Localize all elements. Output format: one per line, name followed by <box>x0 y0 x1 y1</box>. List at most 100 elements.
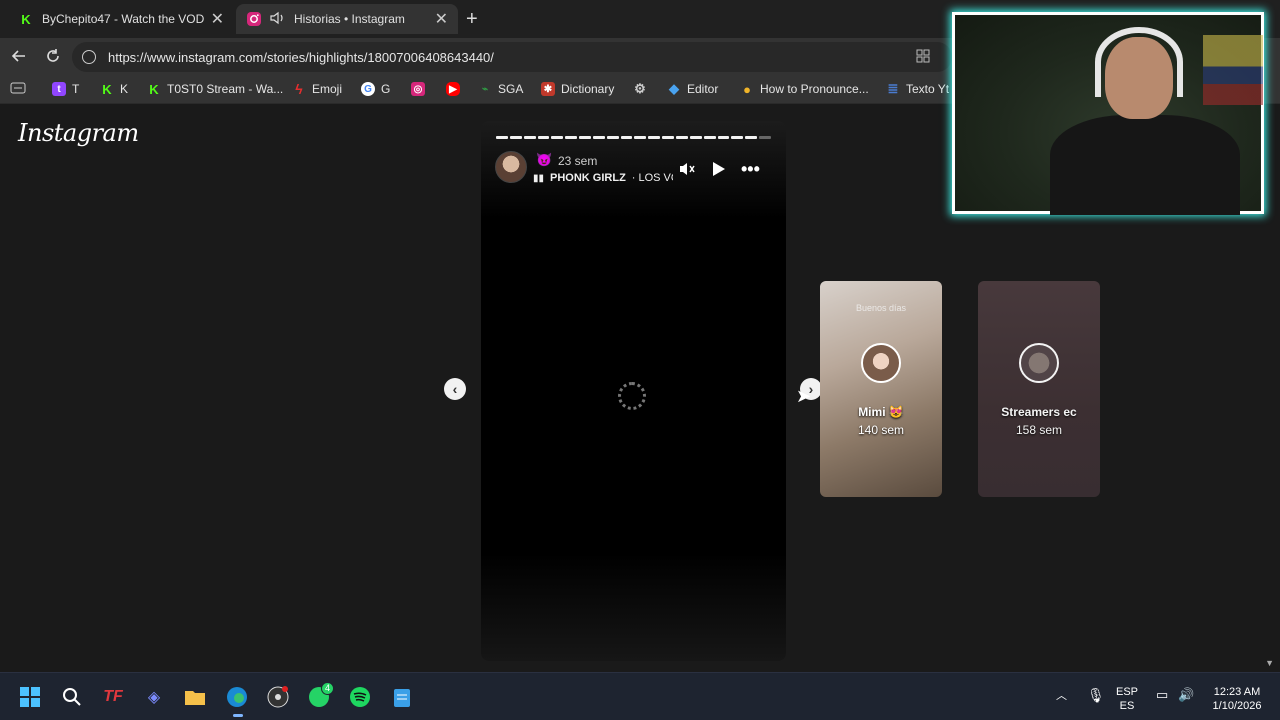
avatar <box>1019 343 1059 383</box>
progress-segment <box>634 136 647 139</box>
highlight-card[interactable]: Streamers ec 158 sem <box>978 281 1100 497</box>
clock[interactable]: 12:23 AM 1/10/2026 <box>1204 685 1270 713</box>
app-diamond-icon[interactable]: ◈ <box>142 685 166 709</box>
bolt-icon: ϟ <box>295 81 303 97</box>
story-audio[interactable]: ▮▮ PHONK GIRLZ · LOS VO <box>533 172 673 184</box>
audio-artist: PHONK GIRLZ <box>550 172 626 184</box>
microphone-icon[interactable]: 🎙 <box>1087 688 1105 702</box>
progress-segment <box>592 136 605 139</box>
flag-image <box>1203 35 1263 105</box>
bookmark-item[interactable]: ✱ Dictionary <box>541 82 614 96</box>
bookmark-item[interactable]: ◎ <box>411 82 431 96</box>
bookmark-item[interactable]: ϟ Emoji <box>292 81 342 97</box>
progress-segment <box>551 136 564 139</box>
bookmark-item[interactable]: ≣ Texto Yt <box>886 81 950 96</box>
progress-segment <box>662 136 674 139</box>
progress-segment <box>731 136 744 139</box>
tf-app-icon[interactable]: TF <box>101 685 125 709</box>
scroll-down-icon[interactable]: ▼ <box>1265 658 1274 668</box>
spotify-icon[interactable] <box>348 685 372 709</box>
bookmark-item[interactable]: KK <box>100 81 128 97</box>
language-indicator[interactable]: ESP ES <box>1116 685 1138 713</box>
progress-segment <box>496 136 508 139</box>
progress-segment <box>509 136 522 139</box>
url-field[interactable]: https://www.instagram.com/stories/highli… <box>72 42 952 72</box>
bookmark-item[interactable]: ⌁ SGA <box>478 82 523 96</box>
google-icon: G <box>361 82 375 96</box>
instagram-icon <box>246 11 262 27</box>
audio-bars-icon: ▮▮ <box>533 172 545 184</box>
highlight-name: Streamers ec <box>1001 405 1077 419</box>
bookmark-item[interactable]: ◆ Editor <box>667 81 718 96</box>
instagram-logo[interactable]: Instagram <box>18 119 139 147</box>
tab-title: Historias • Instagram <box>294 12 405 26</box>
twitch-icon: t <box>52 82 66 96</box>
progress-segment <box>675 136 688 139</box>
chevron-up-icon[interactable]: ︿ <box>1056 689 1067 703</box>
mute-icon[interactable] <box>679 161 695 182</box>
mouse-cursor-icon: ➤ <box>796 386 812 406</box>
notepad-icon[interactable] <box>390 685 414 709</box>
kick-icon: K <box>102 81 112 97</box>
progress-segment <box>523 136 536 139</box>
bookmarks-menu-icon[interactable] <box>10 82 26 94</box>
dictionary-icon: ✱ <box>541 82 555 96</box>
bookmark-item[interactable]: K T0ST0 Stream - Wa... <box>147 81 283 97</box>
webcam-overlay <box>952 12 1264 215</box>
play-icon[interactable] <box>710 161 726 182</box>
bookmark-item[interactable]: tT <box>52 82 79 96</box>
bookmark-item[interactable]: GG <box>361 82 390 96</box>
highlight-age: 140 sem <box>857 423 905 437</box>
tab-instagram-stories[interactable]: Historias • Instagram ✕ <box>236 4 458 34</box>
active-app-indicator <box>233 714 243 717</box>
story-progress-bar <box>496 136 771 139</box>
avatar[interactable] <box>495 151 527 183</box>
notification-badge: 4 <box>321 682 334 695</box>
url-text: https://www.instagram.com/stories/highli… <box>108 49 494 65</box>
highlight-age: 158 sem <box>1015 423 1063 437</box>
search-icon[interactable] <box>60 685 84 709</box>
youtube-icon: ▶ <box>446 82 460 96</box>
progress-segment <box>689 136 702 139</box>
back-icon[interactable] <box>10 47 28 70</box>
kick-icon: K <box>21 11 31 27</box>
close-tab-icon[interactable]: ✕ <box>435 9 448 29</box>
network-icon[interactable]: ▭ <box>1156 688 1168 702</box>
speaker-icon[interactable] <box>270 11 286 28</box>
previous-story-button[interactable]: ‹ <box>444 378 466 400</box>
apps-icon[interactable] <box>916 49 930 68</box>
reload-icon[interactable] <box>44 47 62 70</box>
editor-icon: ◆ <box>669 81 679 96</box>
progress-segment <box>537 136 550 139</box>
audio-title: LOS VO <box>638 172 673 184</box>
kick-icon: K <box>149 81 159 97</box>
story-time: 23 sem <box>558 154 598 168</box>
highlight-card[interactable]: Buenos días Mimi 😻 140 sem <box>820 281 942 497</box>
progress-segment <box>648 136 661 139</box>
volume-icon[interactable]: 🔊 <box>1178 688 1194 702</box>
audio-separator: · <box>631 172 636 184</box>
progress-segment <box>759 136 771 139</box>
bookmark-item[interactable]: ● How to Pronounce... <box>740 82 869 97</box>
progress-segment <box>703 136 716 139</box>
new-tab-button[interactable]: + <box>466 8 478 31</box>
openai-icon: ⚙ <box>634 81 646 96</box>
edge-browser-icon[interactable] <box>225 685 249 709</box>
bookmark-item[interactable]: ⚙ <box>633 81 653 96</box>
progress-segment <box>606 136 619 139</box>
tab-kick-vod[interactable]: K ByChepito47 - Watch the VOD on ✕ <box>8 4 234 34</box>
story-viewer[interactable]: 😈 23 sem ▮▮ PHONK GIRLZ · LOS VO ••• <box>481 121 786 661</box>
more-options-icon[interactable]: ••• <box>741 159 760 180</box>
doc-icon: ≣ <box>887 81 899 96</box>
headset-icon <box>1095 27 1183 97</box>
bookmark-item[interactable]: ▶ <box>446 82 466 96</box>
windows-start-icon[interactable] <box>18 685 42 709</box>
instagram-icon: ◎ <box>411 82 425 96</box>
file-explorer-icon[interactable] <box>183 685 207 709</box>
close-tab-icon[interactable]: ✕ <box>211 9 224 29</box>
taskbar: TF ◈ 4 ︿ 🎙 ESP ES ▭ 🔊 12:23 AM 1/10/2026 <box>0 672 1280 720</box>
obs-icon[interactable] <box>266 685 290 709</box>
site-info-icon[interactable] <box>82 50 96 64</box>
progress-segment <box>579 136 591 139</box>
sga-icon: ⌁ <box>481 83 489 95</box>
